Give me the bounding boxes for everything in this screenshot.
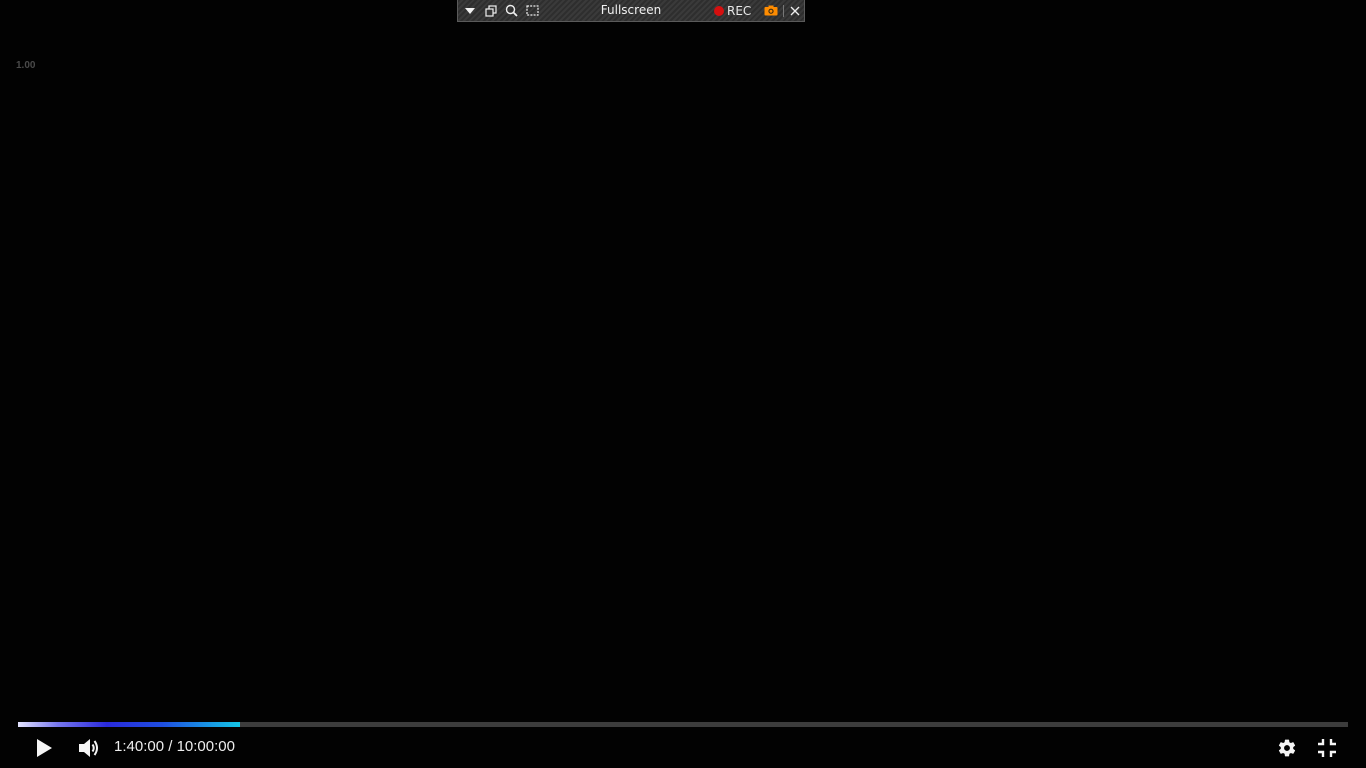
time-display: 1:40:00 / 10:00:00	[114, 737, 235, 757]
play-button[interactable]	[30, 735, 58, 761]
record-dot-icon	[714, 5, 724, 16]
zoom-icon	[505, 4, 518, 17]
settings-button[interactable]	[1274, 735, 1300, 761]
record-button[interactable]: REC	[714, 0, 751, 21]
region-select-button[interactable]	[522, 0, 543, 21]
close-toolbar-button[interactable]	[786, 0, 804, 21]
duration: 10:00:00	[176, 738, 235, 755]
dropdown-button[interactable]	[459, 0, 480, 21]
volume-icon	[79, 739, 98, 757]
region-select-icon	[526, 4, 539, 16]
zoom-button[interactable]	[501, 0, 522, 21]
video-stage[interactable]: Fullscreen REC 1.00 1:40:00 / 10:00:00	[0, 0, 1366, 768]
restore-window-button[interactable]	[480, 0, 501, 21]
camera-icon	[764, 5, 778, 16]
toolbar-divider	[783, 5, 784, 17]
restore-window-icon	[484, 4, 497, 17]
current-time: 1:40:00	[114, 738, 165, 755]
screenshot-button[interactable]	[761, 0, 781, 21]
volume-button[interactable]	[74, 735, 104, 761]
time-separator: /	[164, 738, 177, 755]
seek-bar-played	[18, 722, 240, 727]
exit-fullscreen-button[interactable]	[1314, 735, 1340, 761]
exit-fullscreen-icon	[1318, 739, 1336, 757]
dropdown-arrow-icon	[464, 7, 475, 14]
settings-gear-icon	[1278, 739, 1296, 757]
capture-toolbar: Fullscreen REC	[457, 0, 805, 22]
play-icon	[37, 739, 52, 757]
seek-bar[interactable]	[18, 722, 1348, 727]
close-icon	[790, 6, 800, 15]
record-label: REC	[727, 3, 752, 18]
playback-speed-readout: 1.00	[16, 60, 36, 71]
